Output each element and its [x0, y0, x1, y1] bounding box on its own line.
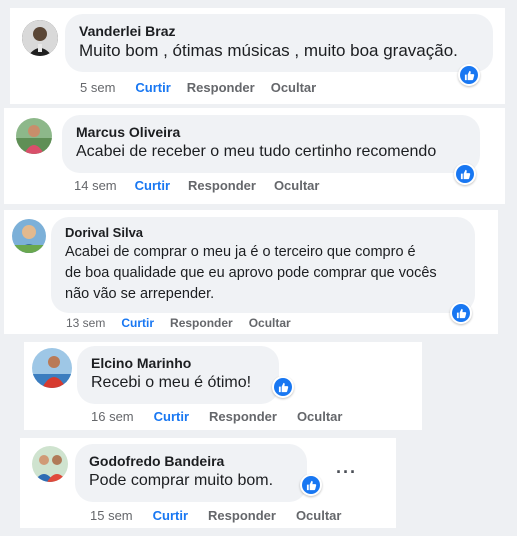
comment-time[interactable]: 5 sem: [80, 80, 115, 95]
comment-bubble: Godofredo Bandeira Pode comprar muito bo…: [75, 444, 307, 502]
comment-card: Dorival Silva Acabei de comprar o meu ja…: [4, 210, 498, 334]
comment-actions: 14 sem Curtir Responder Ocultar: [74, 178, 319, 193]
comment-author[interactable]: Marcus Oliveira: [76, 124, 466, 140]
hide-button[interactable]: Ocultar: [297, 409, 343, 424]
comment-time[interactable]: 13 sem: [66, 316, 105, 330]
reply-button[interactable]: Responder: [170, 316, 233, 330]
thumbs-up-icon: [302, 476, 320, 494]
like-reaction-badge[interactable]: [450, 302, 472, 324]
avatar[interactable]: [32, 348, 72, 388]
comment-bubble: Elcino Marinho Recebi o meu é ótimo!: [77, 346, 279, 404]
thumbs-up-icon: [452, 304, 470, 322]
comment-author[interactable]: Elcino Marinho: [91, 355, 265, 371]
more-options-icon[interactable]: ···: [336, 462, 357, 483]
thumbs-up-icon: [460, 66, 478, 84]
like-button[interactable]: Curtir: [153, 508, 188, 523]
comment-text-line: não vão se arrepender.: [65, 286, 215, 302]
like-button[interactable]: Curtir: [135, 178, 170, 193]
comment-author[interactable]: Vanderlei Braz: [79, 23, 479, 39]
comment-text: Pode comprar muito bom.: [89, 472, 274, 489]
comment-bubble: Vanderlei Braz Muito bom , ótimas música…: [65, 14, 493, 72]
reply-button[interactable]: Responder: [208, 508, 276, 523]
comment-time[interactable]: 14 sem: [74, 178, 117, 193]
hide-button[interactable]: Ocultar: [249, 316, 291, 330]
comment-time[interactable]: 16 sem: [91, 409, 134, 424]
comment-actions: 16 sem Curtir Responder Ocultar: [91, 409, 342, 424]
comment-actions: 13 sem Curtir Responder Ocultar: [66, 316, 291, 330]
comment-text: Muito bom , ótimas músicas , muito boa g…: [79, 41, 458, 60]
reply-button[interactable]: Responder: [188, 178, 256, 193]
comment-card: Marcus Oliveira Acabei de receber o meu …: [4, 108, 505, 204]
thumbs-up-icon: [456, 165, 474, 183]
comment-card: Godofredo Bandeira Pode comprar muito bo…: [20, 438, 396, 528]
comment-bubble: Marcus Oliveira Acabei de receber o meu …: [62, 115, 480, 173]
hide-button[interactable]: Ocultar: [296, 508, 342, 523]
comment-card: Elcino Marinho Recebi o meu é ótimo! 16 …: [24, 342, 422, 430]
comment-card: Vanderlei Braz Muito bom , ótimas música…: [10, 8, 505, 104]
like-reaction-badge[interactable]: [272, 376, 294, 398]
hide-button[interactable]: Ocultar: [271, 80, 317, 95]
like-reaction-badge[interactable]: [458, 64, 480, 86]
comment-text-line: Acabei de comprar o meu ja é o terceiro …: [65, 244, 416, 260]
comment-text: Recebi o meu é ótimo!: [91, 374, 252, 391]
avatar[interactable]: [32, 446, 68, 482]
reply-button[interactable]: Responder: [209, 409, 277, 424]
comment-text-line: de boa qualidade que eu aprovo pode comp…: [65, 265, 437, 281]
like-reaction-badge[interactable]: [454, 163, 476, 185]
comment-text: Acabei de receber o meu tudo certinho re…: [76, 143, 437, 160]
comment-actions: 5 sem Curtir Responder Ocultar: [80, 80, 316, 95]
comment-time[interactable]: 15 sem: [90, 508, 133, 523]
avatar[interactable]: [16, 118, 52, 154]
hide-button[interactable]: Ocultar: [274, 178, 320, 193]
comment-bubble: Dorival Silva Acabei de comprar o meu ja…: [51, 217, 475, 313]
like-reaction-badge[interactable]: [300, 474, 322, 496]
like-button[interactable]: Curtir: [121, 316, 154, 330]
comment-actions: 15 sem Curtir Responder Ocultar: [90, 508, 341, 523]
thumbs-up-icon: [274, 378, 292, 396]
like-button[interactable]: Curtir: [154, 409, 189, 424]
comment-author[interactable]: Godofredo Bandeira: [89, 453, 293, 469]
reply-button[interactable]: Responder: [187, 80, 255, 95]
like-button[interactable]: Curtir: [135, 80, 170, 95]
avatar[interactable]: [12, 219, 46, 253]
avatar[interactable]: [22, 20, 58, 56]
comment-author[interactable]: Dorival Silva: [65, 225, 461, 240]
